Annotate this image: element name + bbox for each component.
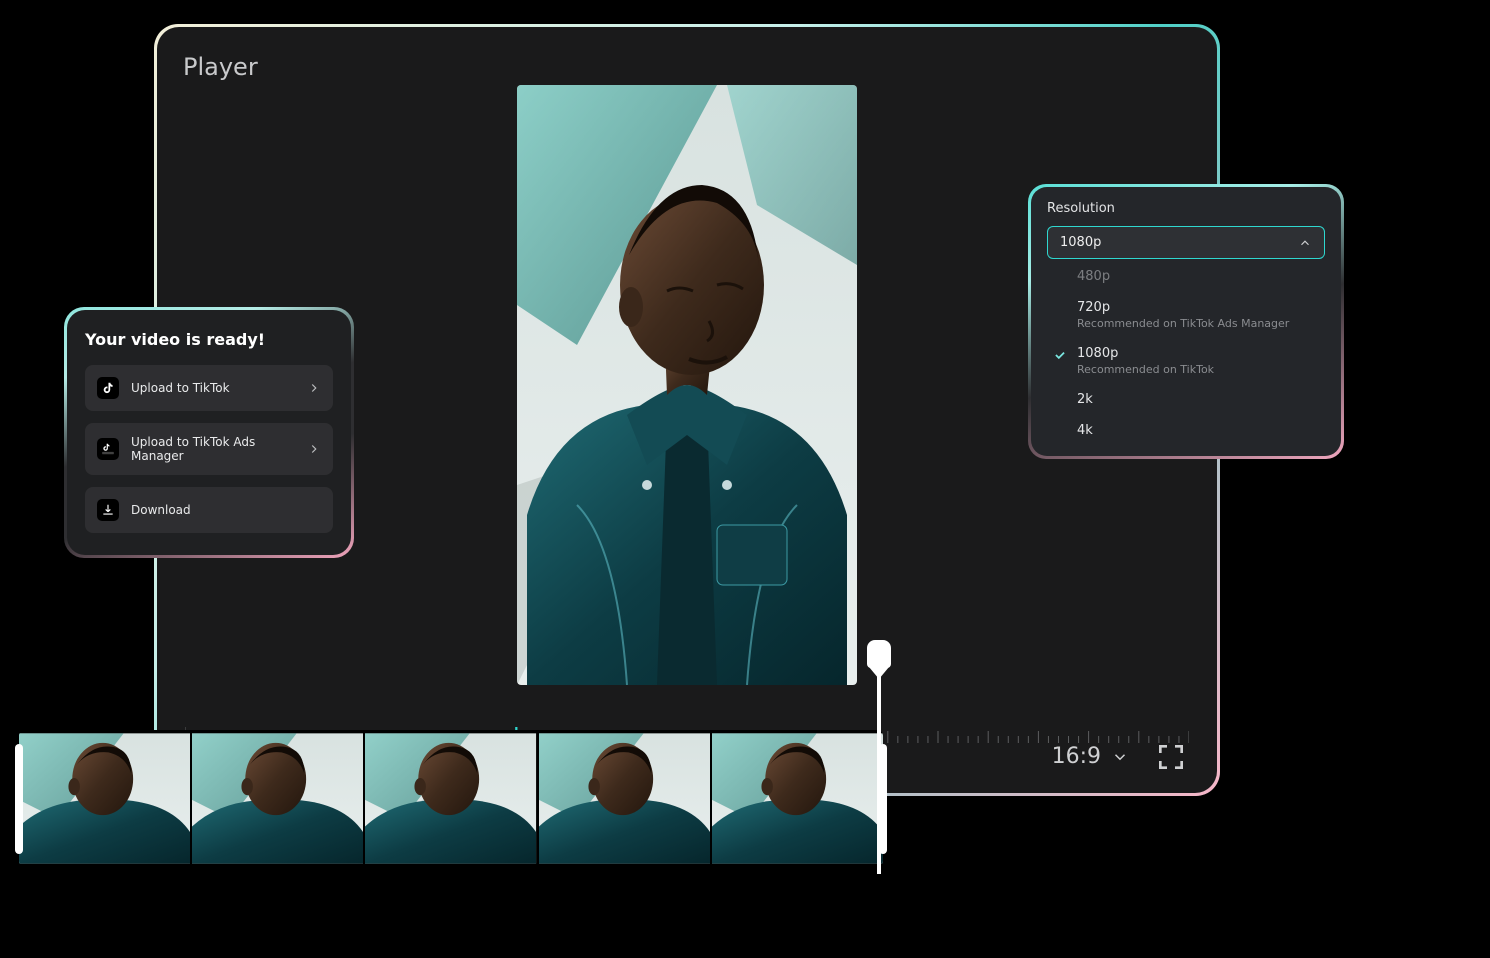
tiktok-icon: [97, 377, 119, 399]
ads-manager-icon: [97, 438, 119, 460]
clip-thumb[interactable]: [365, 730, 536, 867]
resolution-current: 1080p: [1060, 235, 1101, 250]
fullscreen-button[interactable]: [1155, 741, 1187, 773]
resolution-option-720p[interactable]: 720p Recommended on TikTok Ads Manager: [1047, 292, 1325, 338]
check-icon: [1053, 348, 1067, 362]
clip-thumb[interactable]: [19, 730, 190, 867]
resolution-option-480p[interactable]: 480p: [1047, 265, 1325, 292]
download-button[interactable]: Download: [85, 487, 333, 533]
action-label: Upload to TikTok Ads Manager: [131, 435, 307, 463]
clip-thumb[interactable]: [712, 730, 883, 867]
preview-frame: [517, 85, 857, 685]
upload-to-ads-manager-button[interactable]: Upload to TikTok Ads Manager: [85, 423, 333, 475]
chevron-up-icon: [1298, 236, 1312, 250]
video-ready-panel: Your video is ready! Upload to TikTok Up…: [64, 307, 354, 558]
timeline-thumbnails: [19, 730, 883, 867]
action-label: Upload to TikTok: [131, 381, 230, 395]
download-icon: [97, 499, 119, 521]
clip-thumb[interactable]: [192, 730, 363, 867]
resolution-panel: Resolution 1080p 480p 720p Recommended o…: [1028, 184, 1344, 459]
clip-thumb[interactable]: [539, 730, 710, 867]
video-preview[interactable]: [517, 85, 857, 685]
resolution-title: Resolution: [1047, 201, 1325, 216]
action-label: Download: [131, 503, 191, 517]
chevron-right-icon: [307, 381, 321, 395]
chevron-down-icon: [1111, 748, 1129, 766]
video-ready-title: Your video is ready!: [85, 330, 333, 349]
trim-handle-left[interactable]: [15, 744, 23, 854]
playhead[interactable]: [877, 664, 881, 874]
timeline[interactable]: [1, 704, 901, 872]
fullscreen-icon: [1155, 741, 1187, 773]
resolution-select[interactable]: 1080p: [1047, 226, 1325, 259]
chevron-right-icon: [307, 442, 321, 456]
upload-to-tiktok-button[interactable]: Upload to TikTok: [85, 365, 333, 411]
resolution-options: 480p 720p Recommended on TikTok Ads Mana…: [1047, 265, 1325, 446]
resolution-option-4k[interactable]: 4k: [1047, 415, 1325, 446]
aspect-ratio-selector[interactable]: 16:9: [1052, 744, 1129, 769]
resolution-option-1080p[interactable]: 1080p Recommended on TikTok: [1047, 338, 1325, 384]
player-title: Player: [183, 53, 258, 81]
aspect-ratio-value: 16:9: [1052, 744, 1101, 769]
resolution-option-2k[interactable]: 2k: [1047, 384, 1325, 415]
